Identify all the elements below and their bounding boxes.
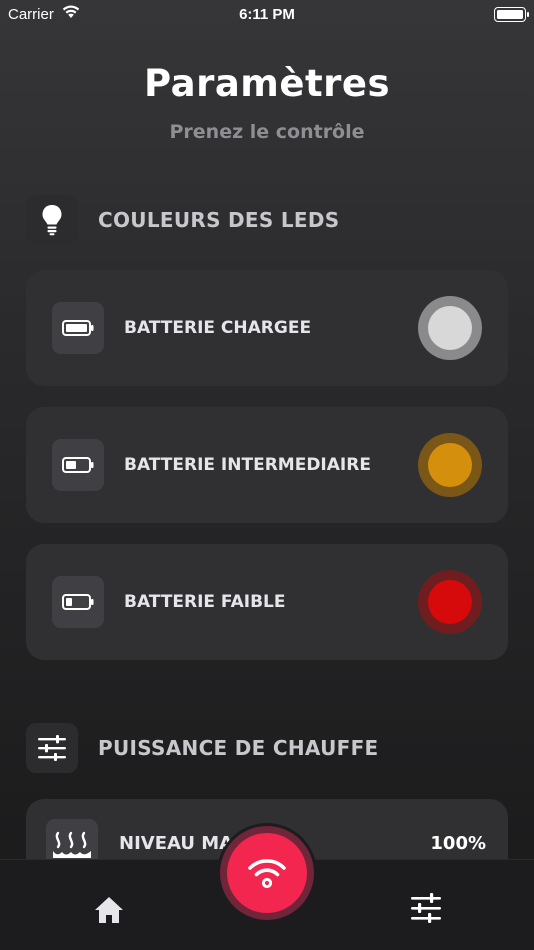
wifi-icon	[227, 833, 307, 913]
battery-half-icon	[52, 439, 104, 491]
battery-full-icon	[52, 302, 104, 354]
carrier-label: Carrier	[8, 5, 54, 23]
led-section-header: COULEURS DES LEDS	[26, 195, 339, 245]
status-left: Carrier	[8, 5, 80, 23]
status-bar: Carrier 6:11 PM	[0, 0, 534, 28]
led-row-charged[interactable]: BATTERIE CHARGEE	[26, 270, 508, 386]
status-time: 6:11 PM	[239, 5, 295, 23]
led-color-picker[interactable]	[418, 296, 482, 360]
led-row-label: BATTERIE FAIBLE	[124, 592, 286, 612]
led-row-label: BATTERIE INTERMEDIAIRE	[124, 455, 371, 475]
led-color-picker[interactable]	[418, 433, 482, 497]
heat-section-header: PUISSANCE DE CHAUFFE	[26, 723, 379, 773]
sliders-icon	[26, 723, 78, 773]
led-section-label: COULEURS DES LEDS	[98, 208, 340, 232]
heat-level-label: NIVEAU MA	[119, 833, 234, 854]
led-color-fill	[428, 443, 472, 487]
lightbulb-icon	[26, 195, 78, 245]
battery-status-icon	[494, 6, 529, 22]
wifi-signal-icon	[62, 5, 80, 23]
led-row-low[interactable]: BATTERIE FAIBLE	[26, 544, 508, 660]
led-row-intermediate[interactable]: BATTERIE INTERMEDIAIRE	[26, 407, 508, 523]
sliders-icon[interactable]	[405, 888, 447, 928]
led-row-label: BATTERIE CHARGEE	[124, 318, 312, 338]
heat-level-value: 100%	[430, 833, 486, 854]
led-color-fill	[428, 306, 472, 350]
led-color-fill	[428, 580, 472, 624]
connect-button-ring	[220, 826, 314, 920]
battery-low-icon	[52, 576, 104, 628]
page-subtitle: Prenez le contrôle	[169, 121, 365, 143]
home-icon[interactable]	[88, 890, 130, 930]
page-title: Paramètres	[143, 62, 390, 105]
heat-section-label: PUISSANCE DE CHAUFFE	[98, 736, 379, 760]
connect-button[interactable]	[217, 823, 317, 923]
led-color-picker[interactable]	[418, 570, 482, 634]
